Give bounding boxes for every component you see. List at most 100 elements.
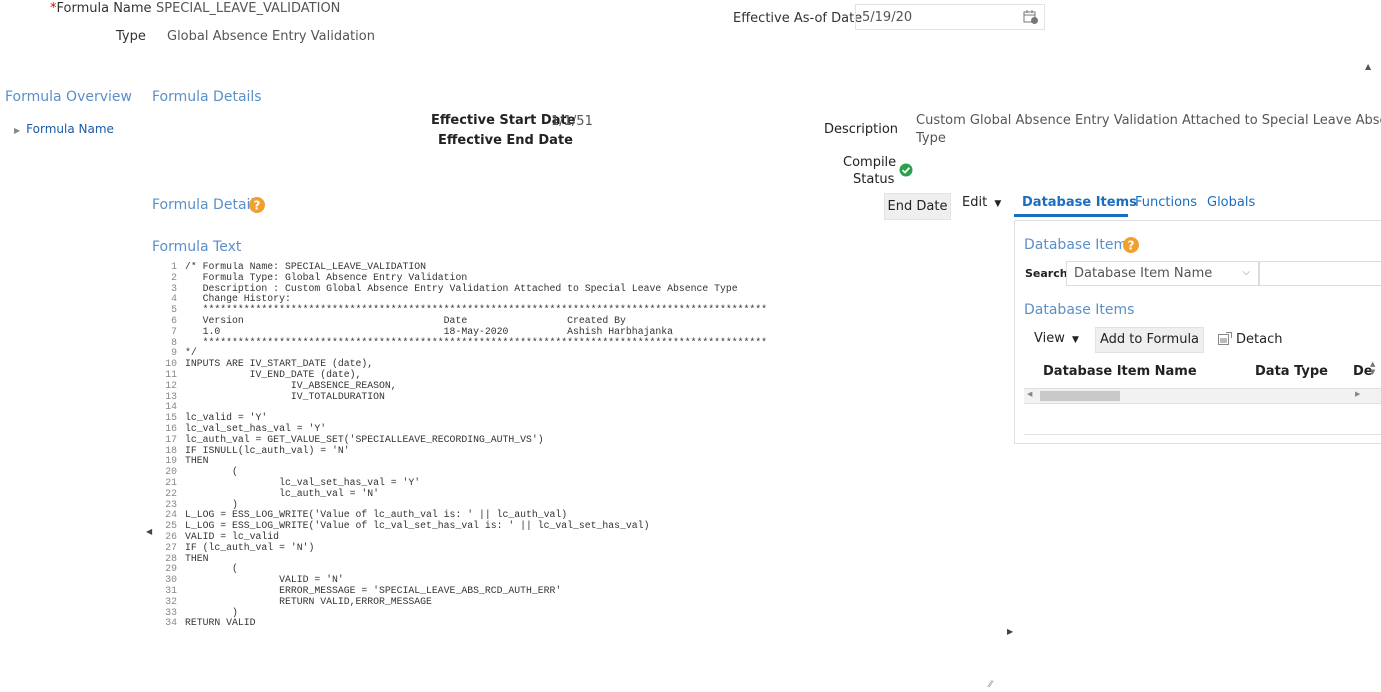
code-text: lc_auth_val = GET_VALUE_SET('SPECIALLEAV…	[185, 433, 544, 445]
detach-icon	[1218, 332, 1232, 345]
code-text: ****************************************…	[185, 336, 768, 348]
code-text: L_LOG = ESS_LOG_WRITE('Value of lc_auth_…	[185, 509, 568, 521]
effective-date-input[interactable]: 5/19/20	[855, 4, 1045, 30]
search-input[interactable]	[1259, 261, 1381, 286]
horizontal-scroll-thumb[interactable]	[1040, 391, 1120, 401]
search-label: Search	[1025, 267, 1068, 280]
end-date-button[interactable]: End Date	[884, 193, 951, 220]
help-icon[interactable]: ?	[1123, 237, 1139, 253]
detach-label: Detach	[1236, 332, 1283, 347]
view-menu[interactable]: View ▼	[1034, 331, 1079, 346]
code-line[interactable]: 19 THEN	[155, 455, 1000, 467]
code-text: )	[185, 498, 238, 510]
code-text: IV_END_DATE (date),	[185, 368, 362, 380]
line-number: 27	[165, 541, 177, 553]
code-line[interactable]: 28 THEN	[155, 552, 1000, 565]
code-text: IV_TOTALDURATION	[185, 390, 385, 402]
code-text: ****************************************…	[185, 304, 768, 316]
code-text: IF (lc_auth_val = 'N')	[185, 541, 315, 553]
code-text: (	[185, 466, 238, 478]
code-text: Description : Custom Global Absence Entr…	[185, 282, 738, 294]
column-database-item-name[interactable]: Database Item Name	[1043, 364, 1197, 379]
detach-button[interactable]: Detach	[1218, 332, 1282, 347]
formula-name-label: *Formula Name	[50, 1, 152, 16]
add-to-formula-button[interactable]: Add to Formula	[1095, 327, 1204, 353]
code-text: RETURN VALID,ERROR_MESSAGE	[185, 595, 432, 607]
code-text: IV_ABSENCE_REASON,	[185, 379, 397, 391]
code-text: lc_val_set_has_val = 'Y'	[185, 422, 327, 434]
formula-text-title: Formula Text	[152, 239, 242, 255]
code-line[interactable]: 25 L_LOG = ESS_LOG_WRITE('Value of lc_val…	[155, 520, 1000, 532]
code-text: RETURN VALID	[185, 617, 256, 629]
svg-text:?: ?	[254, 199, 261, 213]
vertical-scroll-arrows-icon[interactable]: ▲ ▼	[1370, 360, 1375, 376]
table-footer-divider	[1024, 434, 1381, 435]
tab-database-items[interactable]: Database Items	[1022, 195, 1137, 210]
database-items-section-title: Database Items	[1024, 237, 1135, 253]
search-select[interactable]: Database Item Name ⌵	[1066, 261, 1259, 286]
database-items-results-title: Database Items	[1024, 302, 1135, 318]
effective-date-value: 5/19/20	[862, 10, 913, 25]
code-line[interactable]: 33 )	[155, 606, 1000, 619]
collapse-left-icon[interactable]: ◀	[146, 527, 152, 536]
formula-name-label-text: Formula Name	[56, 1, 152, 16]
help-icon[interactable]: ?	[249, 197, 265, 213]
calendar-icon[interactable]	[1023, 10, 1039, 25]
type-label: Type	[116, 29, 146, 44]
compile-label-1: Compile	[843, 155, 897, 170]
collapse-up-icon[interactable]: ▲	[1365, 62, 1371, 71]
description-value-line1: Custom Global Absence Entry Validation A…	[916, 113, 1381, 128]
triangle-right-icon: ▶	[14, 126, 21, 135]
check-success-icon	[899, 163, 913, 177]
code-line[interactable]: 13 IV_TOTALDURATION	[155, 390, 1000, 403]
chevron-down-icon: ⌵	[1242, 267, 1250, 278]
code-text: lc_valid = 'Y'	[185, 412, 268, 424]
column-data-type[interactable]: Data Type	[1255, 364, 1328, 379]
nav-item-formula-name[interactable]: ▶ Formula Name	[14, 118, 114, 137]
code-text: INPUTS ARE IV_START_DATE (date),	[185, 358, 374, 370]
scroll-left-icon[interactable]: ◀	[1027, 390, 1032, 398]
line-number: 2	[171, 271, 177, 283]
code-text: THEN	[185, 552, 209, 564]
code-text: */	[185, 347, 197, 359]
effective-date-label: Effective As-of Date	[733, 11, 863, 26]
edit-menu[interactable]: Edit ▼	[962, 195, 1001, 210]
code-text: (	[185, 563, 238, 575]
tab-globals[interactable]: Globals	[1207, 195, 1255, 210]
effective-start-date-value: 1/1/51	[551, 114, 593, 129]
compile-label-2: Status	[853, 172, 895, 187]
formula-overview-title: Formula Overview	[5, 89, 132, 105]
edit-menu-label: Edit	[962, 195, 988, 210]
code-line[interactable]: 27 IF (lc_auth_val = 'N')	[155, 541, 1000, 554]
code-text: VALID = 'N'	[185, 574, 344, 586]
chevron-down-icon: ▼	[994, 199, 1002, 209]
code-text: lc_val_set_has_val = 'Y'	[185, 476, 421, 488]
line-number: 12	[165, 379, 177, 391]
code-line[interactable]: 34 RETURN VALID	[155, 617, 1000, 629]
description-label: Description	[824, 122, 899, 137]
tab-functions[interactable]: Functions	[1135, 195, 1197, 210]
formula-text-editor[interactable]: 1/* Formula Name: SPECIAL_LEAVE_VALIDATI…	[155, 262, 1000, 690]
effective-end-date-label: Effective End Date	[438, 133, 573, 148]
chevron-down-icon: ▼	[1072, 335, 1079, 345]
scroll-right-icon[interactable]: ▶	[1355, 390, 1360, 398]
code-line[interactable]: 32 RETURN VALID,ERROR_MESSAGE	[155, 595, 1000, 608]
code-text: )	[185, 606, 238, 618]
code-text: ERROR_MESSAGE = 'SPECIAL_LEAVE_ABS_RCD_A…	[185, 584, 562, 596]
formula-details-subtitle: Formula Details	[152, 197, 262, 213]
code-line[interactable]: 18 IF ISNULL(lc_auth_val) = 'N'	[155, 445, 1000, 457]
code-line[interactable]: 8 **************************************…	[155, 336, 1000, 349]
line-number: 7	[171, 325, 177, 337]
resize-handle-icon[interactable]: ⁄⁄	[989, 680, 992, 690]
nav-item-formula-name-label[interactable]: Formula Name	[26, 122, 114, 136]
code-text: lc_auth_val = 'N'	[185, 487, 380, 499]
horizontal-scrollbar[interactable]: ◀ ▶	[1024, 388, 1381, 404]
code-text: L_LOG = ESS_LOG_WRITE('Value of lc_val_s…	[185, 520, 650, 532]
type-value: Global Absence Entry Validation	[167, 29, 375, 44]
code-line[interactable]: 22 lc_auth_val = 'N'	[155, 487, 1000, 500]
code-line[interactable]: 14	[155, 402, 1000, 413]
formula-details-title: Formula Details	[152, 89, 262, 105]
code-text: THEN	[185, 455, 209, 467]
expand-right-icon[interactable]: ▶	[1007, 627, 1013, 636]
line-number: 17	[165, 433, 177, 445]
